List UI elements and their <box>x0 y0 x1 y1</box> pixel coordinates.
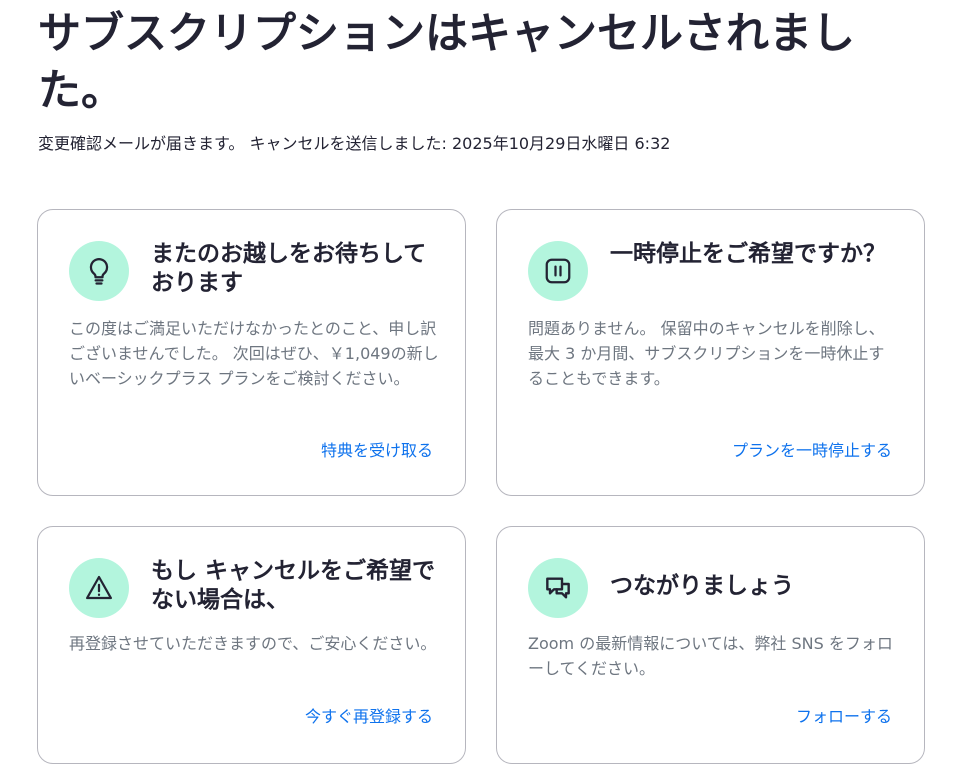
card-title: もし キャンセルをご希望でない場合は、 <box>151 558 436 613</box>
card-body: Zoom の最新情報については、弊社 SNS をフォローしてください。 <box>528 634 893 678</box>
card-body: 問題ありません。 保留中のキャンセルを削除し、最大 3 か月間、サブスクリプショ… <box>528 319 885 388</box>
card-title: またのお越しをお待ちしております <box>151 241 427 296</box>
cancellation-timestamp: 2025年10月29日水曜日 6:32 <box>451 134 671 153</box>
resubscribe-link[interactable]: 今すぐ再登録する <box>305 706 433 728</box>
card-body: 再登録させていただきますので、ご安心ください。 <box>69 634 437 653</box>
card-connect: つながりましょう Zoom の最新情報については、弊社 SNS をフォローしてく… <box>496 526 925 764</box>
card-pause: 一時停止をご希望ですか？ 問題ありません。 保留中のキャンセルを削除し、最大 3… <box>496 209 925 496</box>
card-title: 一時停止をご希望ですか？ <box>610 241 886 267</box>
card-title: つながりましょう <box>610 573 794 599</box>
confirmation-text: 変更確認メールが届きます。 キャンセルを送信しました: <box>38 134 452 153</box>
icon-circle <box>69 241 129 301</box>
icon-circle <box>528 558 588 618</box>
lightbulb-icon <box>89 258 109 285</box>
icon-circle <box>69 558 129 618</box>
warning-icon <box>86 575 112 600</box>
confirmation-message: 変更確認メールが届きます。 キャンセルを送信しました: 2025年10月29日水… <box>38 133 918 155</box>
icon-circle <box>528 241 588 301</box>
card-body: この度はご満足いただけなかったとのこと、申し訳ございませんでした。 次回はぜひ、… <box>69 319 439 388</box>
pause-icon <box>545 258 571 284</box>
card-come-back: またのお越しをお待ちしております この度はご満足いただけなかったとのこと、申し訳… <box>37 209 466 496</box>
claim-offer-link[interactable]: 特典を受け取る <box>321 440 433 462</box>
follow-link[interactable]: フォローする <box>796 706 892 728</box>
chat-bubbles-icon <box>546 577 570 599</box>
pause-plan-link[interactable]: プランを一時停止する <box>732 440 892 462</box>
page-title: サブスクリプションはキャンセルされました。 <box>38 9 855 116</box>
card-resubscribe: もし キャンセルをご希望でない場合は、 再登録させていただきますので、ご安心くだ… <box>37 526 466 764</box>
